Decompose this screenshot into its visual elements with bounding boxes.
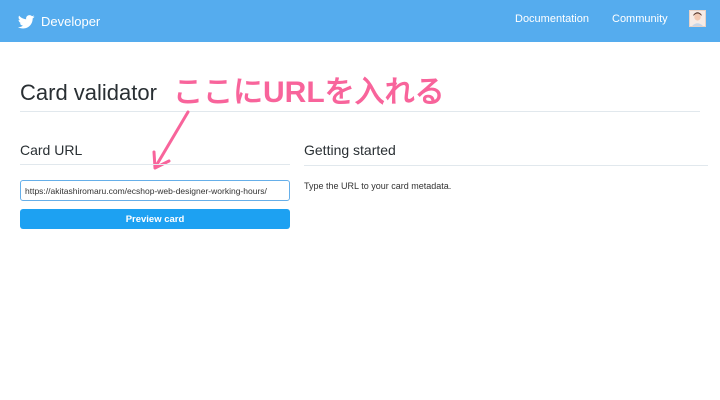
preview-card-button[interactable]: Preview card bbox=[20, 209, 290, 229]
avatar-image bbox=[690, 11, 705, 26]
card-url-heading: Card URL bbox=[20, 142, 83, 158]
getting-started-text: Type the URL to your card metadata. bbox=[304, 181, 452, 191]
page-title: Card validator bbox=[20, 80, 157, 105]
card-url-input[interactable] bbox=[20, 180, 290, 201]
annotation-label: ここにURLを入れる bbox=[173, 76, 445, 109]
card-url-divider bbox=[20, 164, 290, 165]
nav-documentation-link[interactable]: Documentation bbox=[515, 0, 589, 42]
nav-community-link[interactable]: Community bbox=[612, 0, 668, 42]
getting-started-heading: Getting started bbox=[304, 142, 396, 158]
twitter-bird-icon bbox=[18, 15, 35, 29]
top-navigation-bar: Developer Documentation Community bbox=[0, 0, 720, 42]
title-divider bbox=[20, 111, 700, 112]
getting-started-divider bbox=[304, 165, 708, 166]
brand-link[interactable]: Developer bbox=[18, 0, 100, 42]
brand-label: Developer bbox=[41, 13, 101, 29]
avatar[interactable] bbox=[689, 10, 706, 27]
